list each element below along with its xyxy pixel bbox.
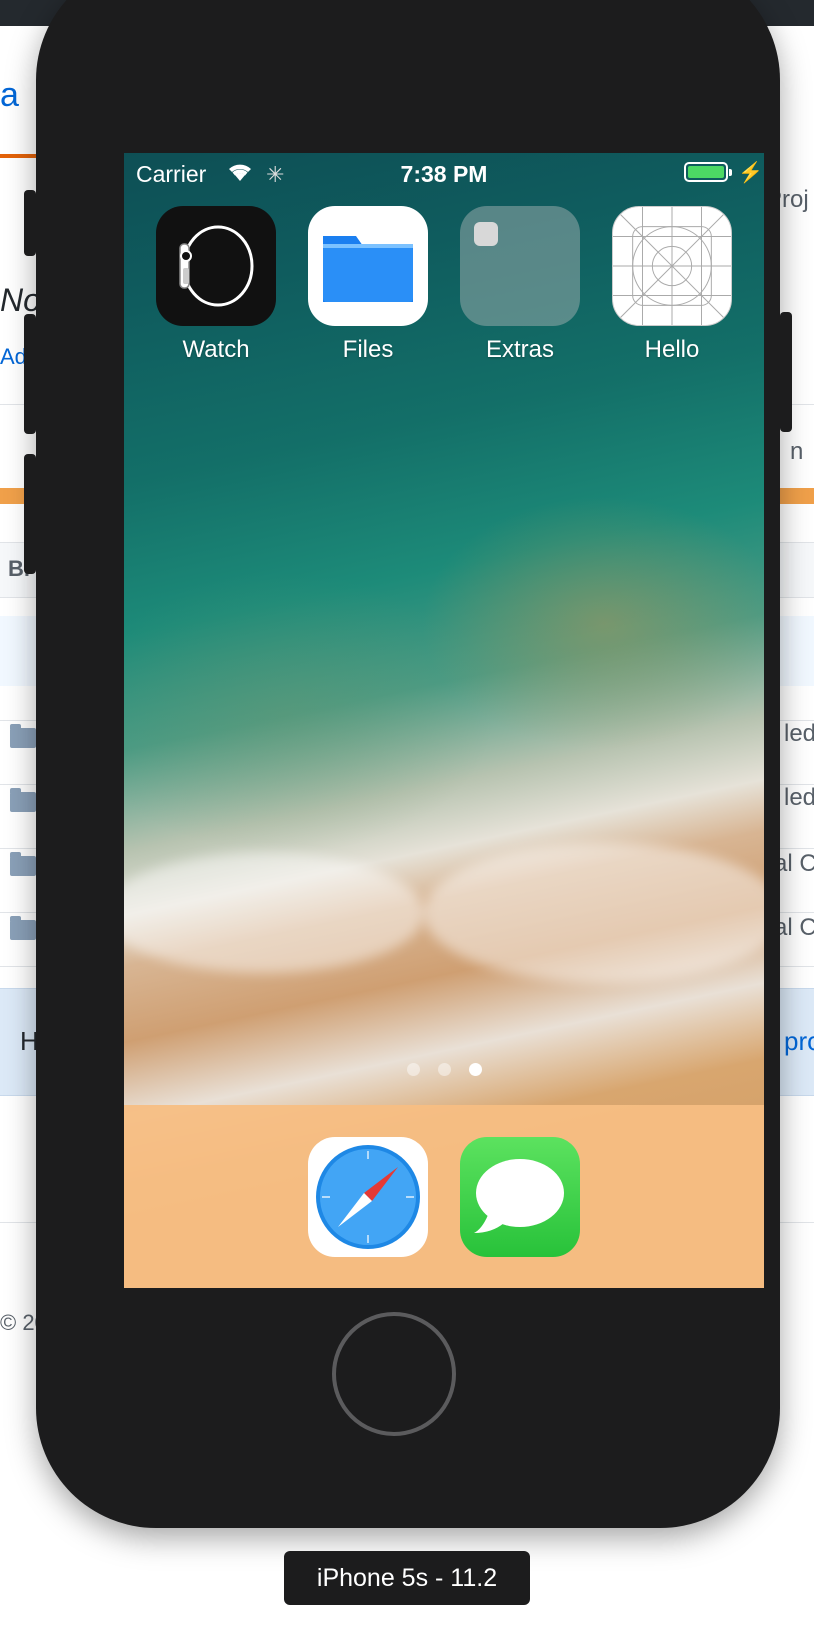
- ring-silent-switch[interactable]: [24, 190, 36, 256]
- watch-icon: [156, 206, 276, 326]
- bolt-icon: ⚡: [738, 162, 763, 184]
- iphone-simulator-frame: Carrier ✳ 7:38 PM ⚡ Watch Files Extras H…: [24, 0, 792, 1528]
- bg-fragment-title: a: [0, 76, 19, 114]
- app-files[interactable]: Files: [308, 206, 428, 364]
- app-folder-extras[interactable]: Extras: [460, 206, 580, 364]
- messages-bubble-icon[interactable]: [460, 1137, 580, 1257]
- bg-fragment-heading: No: [0, 282, 41, 318]
- battery-icon: [684, 162, 732, 182]
- folder-icon: [10, 724, 36, 748]
- blank-app-grid-icon: [612, 206, 732, 326]
- home-screen[interactable]: Carrier ✳ 7:38 PM ⚡ Watch Files Extras H…: [124, 153, 764, 1288]
- volume-up-button[interactable]: [24, 314, 36, 434]
- bg-fragment-right: al C: [774, 914, 814, 941]
- bg-fragment-right: al C: [774, 850, 814, 877]
- folder-icon: [308, 206, 428, 326]
- bg-fragment-right: led: [784, 720, 814, 747]
- folder-icon: [10, 788, 36, 812]
- page-dot[interactable]: [437, 1063, 451, 1076]
- page-dot-active[interactable]: [468, 1063, 482, 1076]
- app-label: Hello: [644, 336, 700, 363]
- app-hello[interactable]: Hello: [612, 206, 732, 364]
- battery-level: [688, 166, 724, 178]
- bg-tab-underline: [0, 154, 40, 158]
- app-watch[interactable]: Watch: [156, 206, 276, 364]
- device-name-label: iPhone 5s - 11.2: [284, 1551, 530, 1605]
- volume-down-button[interactable]: [24, 454, 36, 574]
- mini-app-icon: [474, 222, 498, 246]
- folder-group-icon: [460, 206, 580, 326]
- app-label: Extras: [485, 336, 554, 363]
- dock: [124, 1105, 764, 1288]
- folder-icon: [10, 852, 36, 876]
- wallpaper-foam: [424, 843, 764, 983]
- home-button[interactable]: [332, 1312, 456, 1436]
- safari-compass-icon[interactable]: [308, 1137, 428, 1257]
- bg-fragment-right: led: [784, 784, 814, 811]
- status-bar: Carrier ✳ 7:38 PM ⚡: [124, 153, 764, 193]
- folder-icon: [10, 916, 36, 940]
- page-indicator[interactable]: [124, 1063, 764, 1081]
- page-dot[interactable]: [406, 1063, 420, 1076]
- bg-fragment-right: pro: [784, 1026, 814, 1056]
- app-label: Watch: [182, 336, 250, 363]
- app-label: Files: [342, 336, 394, 363]
- wallpaper-foam: [124, 853, 424, 973]
- power-button[interactable]: [780, 312, 792, 432]
- bg-fragment-right: n: [790, 438, 804, 465]
- clock: 7:38 PM: [400, 161, 488, 187]
